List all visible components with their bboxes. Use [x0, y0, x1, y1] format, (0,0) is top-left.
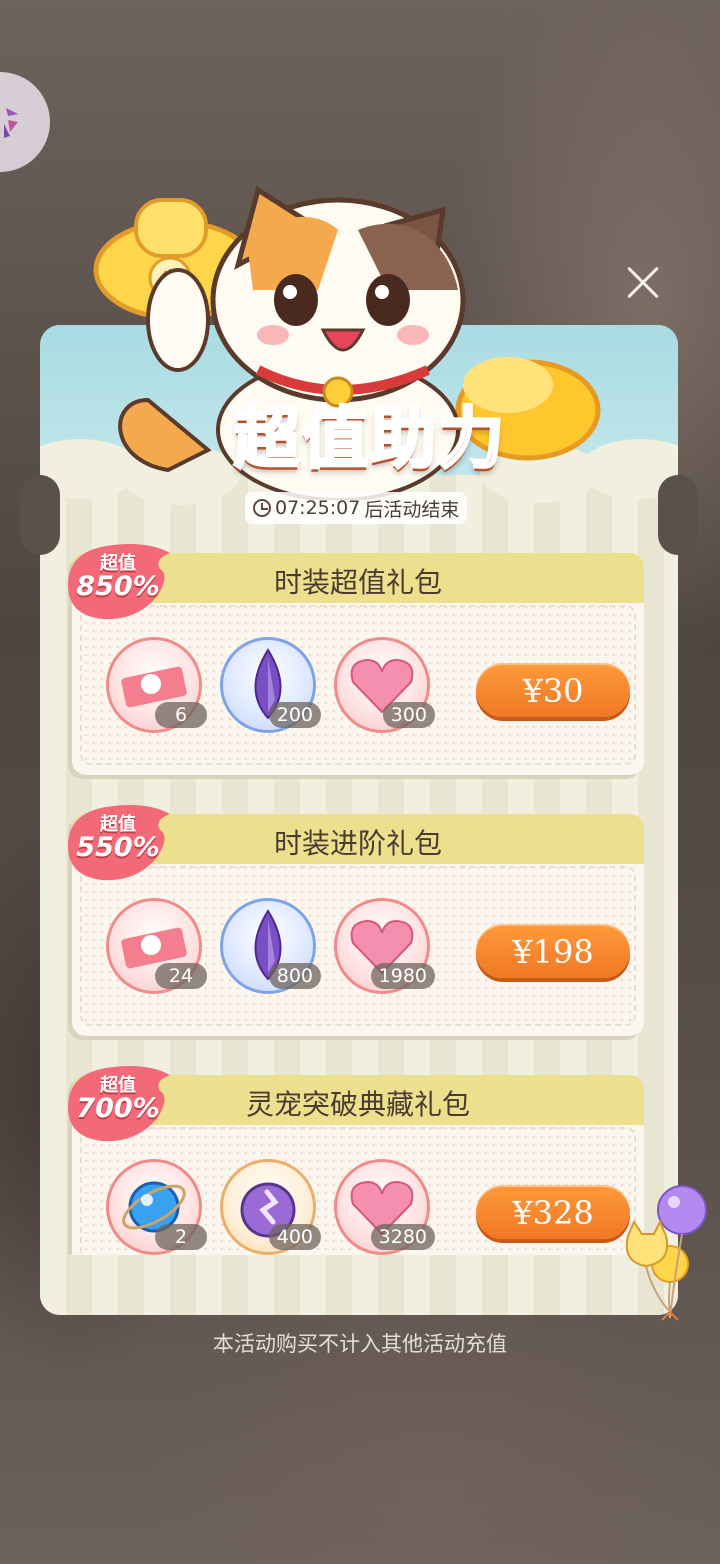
- close-icon[interactable]: [622, 262, 662, 302]
- ticket-notch-right: [658, 475, 698, 555]
- buy-button[interactable]: ¥328: [476, 1185, 630, 1239]
- pack-card-1: 时装超值礼包 6 200 300 ¥30 超值 850%: [68, 544, 644, 775]
- item-slot[interactable]: 24: [106, 898, 207, 994]
- ticket-notch-left: [20, 475, 60, 555]
- badge-percent: 550%: [76, 832, 160, 863]
- item-count: 24: [155, 963, 207, 989]
- item-slot[interactable]: 6: [106, 637, 207, 733]
- badge-percent: 850%: [76, 571, 160, 602]
- panel-bottom: [40, 1255, 678, 1315]
- item-count: 3280: [370, 1224, 435, 1250]
- pack-card-2: 时装进阶礼包 24 800 1980 ¥198 超值 550%: [68, 805, 644, 1036]
- item-slot[interactable]: 2: [106, 1159, 207, 1255]
- item-count: 200: [268, 702, 321, 728]
- item-slot[interactable]: 300: [334, 637, 435, 733]
- item-slot[interactable]: 200: [220, 637, 321, 733]
- buy-button[interactable]: ¥30: [476, 663, 630, 717]
- event-title: 超值助力: [233, 399, 506, 479]
- cat-balloon-icon: [625, 1185, 707, 1321]
- item-count: 1980: [370, 963, 435, 989]
- item-count: 800: [268, 963, 321, 989]
- buy-button[interactable]: ¥198: [476, 924, 630, 978]
- value-badge: 超值 550%: [58, 796, 178, 886]
- item-slot[interactable]: 400: [220, 1159, 321, 1255]
- item-slot[interactable]: 3280: [334, 1159, 435, 1255]
- value-badge: 超值 850%: [58, 535, 178, 625]
- countdown-suffix: 后活动结束: [364, 498, 460, 521]
- item-count: 2: [155, 1224, 207, 1250]
- countdown-timer: 07:25:07 后活动结束: [245, 492, 468, 524]
- value-badge: 超值 700%: [58, 1057, 178, 1147]
- clock-icon: [253, 499, 271, 517]
- item-slot[interactable]: 1980: [334, 898, 435, 994]
- pinwheel-icon: [4, 108, 18, 138]
- badge-percent: 700%: [76, 1093, 160, 1124]
- item-count: 300: [382, 702, 435, 728]
- item-count: 6: [155, 702, 207, 728]
- countdown-time: 07:25:07: [275, 497, 361, 519]
- item-count: 400: [268, 1224, 321, 1250]
- footer-note: 本活动购买不计入其他活动充值: [213, 1332, 507, 1356]
- item-slot[interactable]: 800: [220, 898, 321, 994]
